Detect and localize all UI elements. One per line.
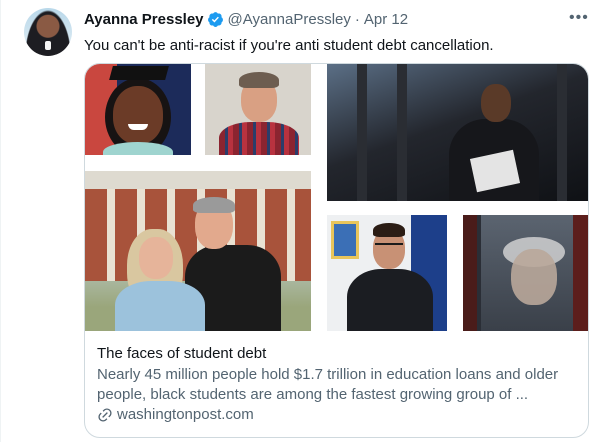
tweet-date[interactable]: Apr 12: [364, 11, 408, 28]
card-description-line1: Nearly 45 million people hold $1.7 trill…: [97, 366, 559, 383]
header-separator: ·: [354, 10, 360, 28]
verified-badge-icon: [207, 11, 223, 27]
young-man-glasses-photo: [327, 215, 447, 331]
author-avatar[interactable]: [24, 8, 72, 56]
more-horizontal-icon[interactable]: •••: [569, 9, 589, 27]
card-body: The faces of student debt Nearly 45 mill…: [85, 331, 588, 425]
couple-photo: [85, 171, 311, 331]
author-name[interactable]: Ayanna Pressley: [84, 11, 204, 28]
card-domain: washingtonpost.com: [97, 405, 576, 425]
tweet[interactable]: Ayanna Pressley @AyannaPressley · Apr 12…: [0, 0, 594, 442]
link-card[interactable]: The faces of student debt Nearly 45 mill…: [84, 63, 589, 438]
card-description-line2: people, black students are among the fas…: [97, 386, 529, 403]
card-title: The faces of student debt: [97, 345, 267, 362]
card-domain-text[interactable]: washingtonpost.com: [117, 405, 254, 425]
tweet-text: You can't be anti-racist if you're anti …: [84, 37, 494, 54]
avatar-collar: [45, 41, 51, 50]
card-description: Nearly 45 million people hold $1.7 trill…: [97, 365, 576, 405]
woman-window-photo: [463, 215, 588, 331]
man-plaid-shirt-photo: [205, 64, 311, 155]
tweet-header: Ayanna Pressley @AyannaPressley · Apr 12: [84, 9, 408, 29]
card-image-collage: [85, 64, 588, 331]
author-handle[interactable]: @AyannaPressley: [228, 11, 351, 28]
link-icon: [98, 408, 112, 422]
graduate-photo: [85, 64, 191, 155]
man-under-bridge-photo: [327, 64, 588, 201]
